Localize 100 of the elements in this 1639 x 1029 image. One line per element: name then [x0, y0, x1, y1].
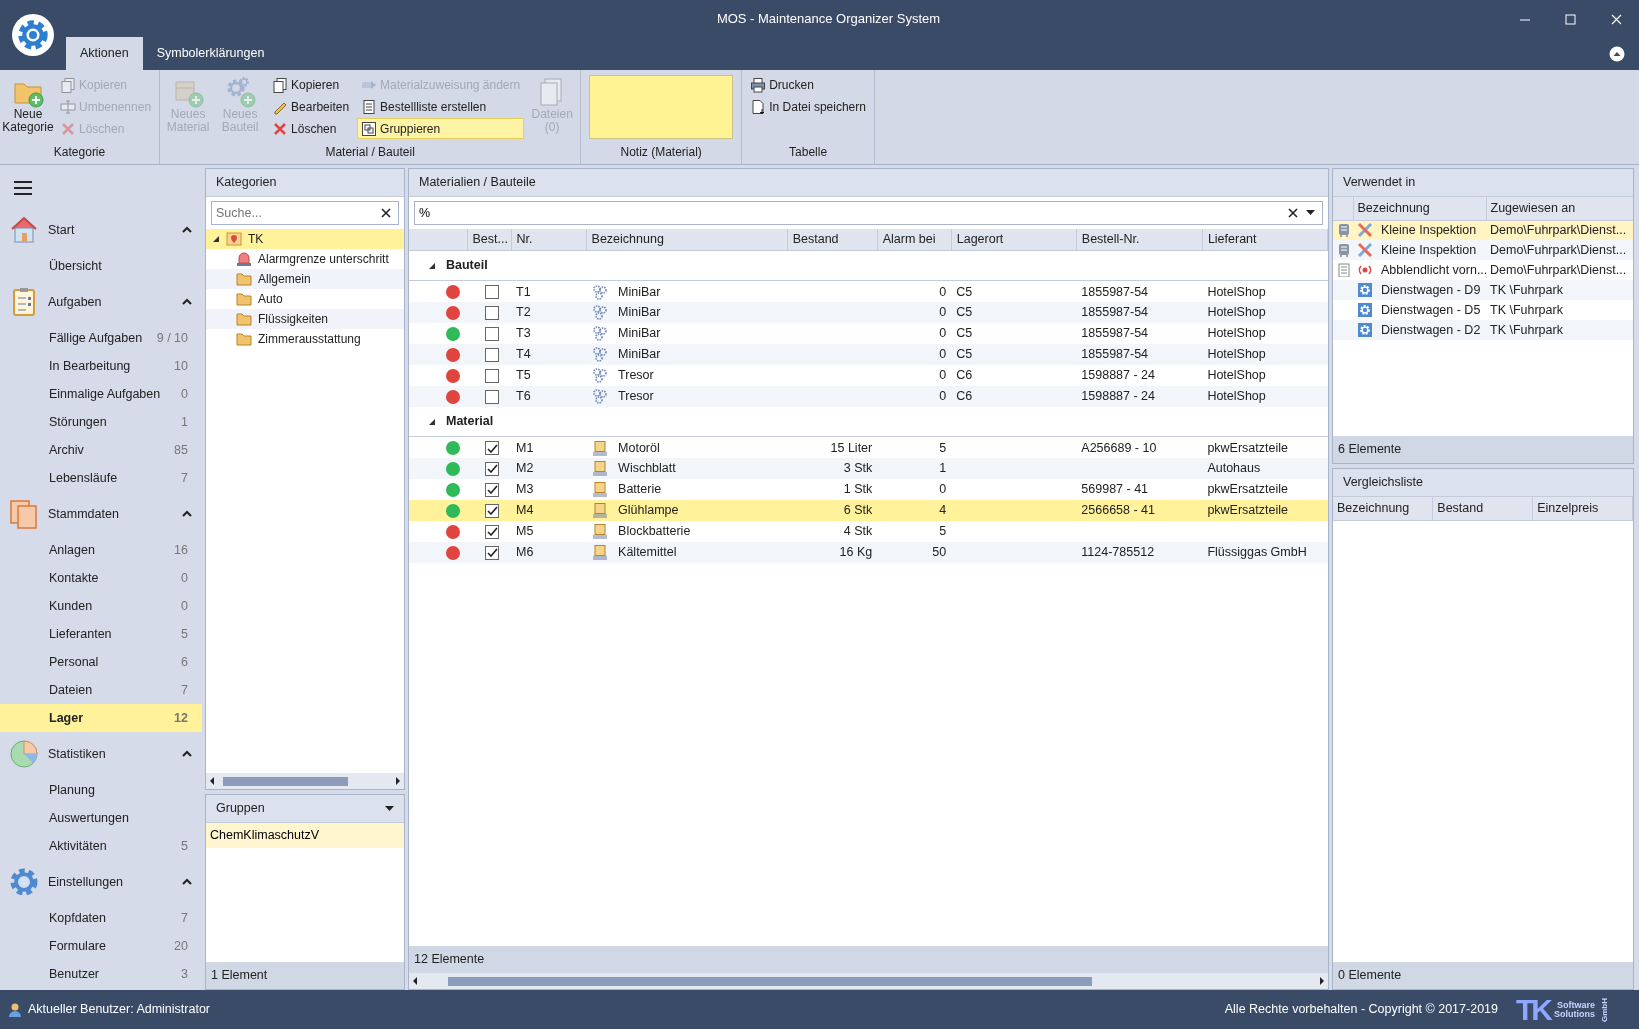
column-header[interactable]: Bezeichnung: [586, 228, 788, 251]
sidebar-item[interactable]: Anlagen 16: [0, 536, 202, 564]
checkbox[interactable]: [485, 545, 500, 560]
clear-icon[interactable]: [1288, 207, 1298, 218]
tree-item[interactable]: Alarmgrenze unterschritt: [206, 248, 404, 269]
group-item[interactable]: ChemKlimaschutzV: [206, 822, 404, 848]
table-row[interactable]: M1 Motoröl 15 Liter 5 A256689 - 10 pkwErsatzteile: [409, 436, 1328, 458]
collapse-icon[interactable]: [428, 417, 436, 426]
dropdown-icon[interactable]: [385, 805, 394, 811]
column-header[interactable]: Lagerort: [951, 228, 1077, 251]
table-row[interactable]: M4 Glühlampe 6 Stk 4 2566658 - 41 pkwErsatzteile: [409, 499, 1328, 521]
checkbox[interactable]: [485, 285, 500, 300]
ribbon-button[interactable]: Kopieren: [268, 74, 354, 95]
sidebar-item[interactable]: In Bearbeitung 10: [0, 352, 202, 380]
horizontal-scrollbar[interactable]: [206, 773, 404, 789]
horizontal-scrollbar[interactable]: [409, 973, 1328, 989]
table-row[interactable]: Dienstwagen - D9 TK \Fuhrpark: [1333, 280, 1633, 300]
sidebar-item[interactable]: Archiv 85: [0, 436, 202, 464]
collapse-icon[interactable]: [428, 261, 436, 270]
table-row[interactable]: Abblendlicht vorn... Demo\Fuhrpark\Dienst...: [1333, 260, 1633, 280]
sidebar-item[interactable]: Dateien 7: [0, 676, 202, 704]
maximize-icon[interactable]: [1563, 13, 1577, 25]
ribbon-button[interactable]: Bearbeiten: [268, 96, 354, 117]
collapse-icon[interactable]: [1609, 46, 1625, 62]
sidebar-section[interactable]: Aufgaben: [0, 280, 202, 324]
ribbon-button[interactable]: Neue Kategorie: [4, 72, 52, 141]
tree-item[interactable]: Auto: [206, 288, 404, 309]
sidebar-item[interactable]: Planung: [0, 776, 202, 804]
collapse-icon[interactable]: [212, 234, 220, 243]
sidebar-item[interactable]: Lager 12: [0, 704, 202, 732]
checkbox[interactable]: [485, 482, 500, 497]
table-row[interactable]: T2 MiniBar 0 C5 1855987-54 HotelShop: [409, 301, 1328, 323]
column-header[interactable]: Bestand: [787, 228, 878, 251]
sidebar-item[interactable]: Lebensläufe 7: [0, 464, 202, 492]
ribbon-button[interactable]: In Datei speichern: [746, 96, 870, 117]
sidebar-item[interactable]: Kopfdaten 7: [0, 904, 202, 932]
table-row[interactable]: T6 Tresor 0 C6 1598887 - 24 HotelShop: [409, 385, 1328, 407]
column-header[interactable]: Alarm bei: [877, 228, 952, 251]
ribbon-tab[interactable]: Symbolerklärungen: [142, 37, 279, 70]
filter-field[interactable]: %: [414, 200, 1323, 225]
close-icon[interactable]: [1609, 13, 1623, 25]
ribbon-tab[interactable]: Aktionen: [66, 37, 143, 70]
table-row[interactable]: M5 Blockbatterie 4 Stk 5: [409, 520, 1328, 542]
sidebar-section[interactable]: Start: [0, 208, 202, 252]
checkbox[interactable]: [485, 347, 500, 362]
table-row[interactable]: Kleine Inspektion Demo\Fuhrpark\Dienst...: [1333, 220, 1633, 240]
table-row[interactable]: T1 MiniBar 0 C5 1855987-54 HotelShop: [409, 280, 1328, 302]
table-row[interactable]: T5 Tresor 0 C6 1598887 - 24 HotelShop: [409, 364, 1328, 386]
sidebar-item[interactable]: Übersicht: [0, 252, 202, 280]
table-row[interactable]: M6 Kältemittel 16 Kg 50 1124-785512 Flüssiggas GmbH: [409, 541, 1328, 563]
sidebar-item[interactable]: Störungen 1: [0, 408, 202, 436]
checkbox[interactable]: [485, 524, 500, 539]
tree-item[interactable]: TK: [206, 228, 404, 249]
column-header[interactable]: Lieferant: [1202, 228, 1328, 251]
ribbon-button[interactable]: Drucken: [746, 74, 870, 95]
sidebar-item[interactable]: Fällige Aufgaben 9 / 10: [0, 324, 202, 352]
sidebar-item[interactable]: Personal 6: [0, 648, 202, 676]
column-header[interactable]: Zugewiesen an: [1486, 196, 1633, 220]
sidebar-section[interactable]: Stammdaten: [0, 492, 202, 536]
sidebar-item[interactable]: Lieferanten 5: [0, 620, 202, 648]
tree-item[interactable]: Allgemein: [206, 268, 404, 289]
column-header[interactable]: Nr.: [511, 228, 587, 251]
sidebar-item[interactable]: Formulare 20: [0, 932, 202, 960]
column-header[interactable]: Bezeichnung: [1333, 496, 1433, 520]
table-row[interactable]: Kleine Inspektion Demo\Fuhrpark\Dienst...: [1333, 240, 1633, 260]
ribbon-button[interactable]: Löschen: [268, 118, 354, 139]
sidebar-section[interactable]: Statistiken: [0, 732, 202, 776]
checkbox[interactable]: [485, 326, 500, 341]
column-header[interactable]: Best...: [467, 228, 512, 251]
search-field[interactable]: Suche...: [211, 200, 399, 225]
ribbon-button[interactable]: Gruppieren: [357, 118, 525, 139]
checkbox[interactable]: [485, 368, 500, 383]
clear-icon[interactable]: [381, 207, 391, 218]
menu-icon[interactable]: [14, 180, 32, 196]
column-header[interactable]: Bestell-Nr.: [1076, 228, 1203, 251]
sidebar-item[interactable]: Kontakte 0: [0, 564, 202, 592]
dropdown-icon[interactable]: [1306, 210, 1315, 216]
note-field[interactable]: [589, 75, 734, 139]
checkbox[interactable]: [485, 461, 500, 476]
checkbox[interactable]: [485, 503, 500, 518]
sidebar-item[interactable]: Benutzer 3: [0, 960, 202, 988]
checkbox[interactable]: [485, 441, 500, 456]
sidebar-item[interactable]: Auswertungen: [0, 804, 202, 832]
table-row[interactable]: M2 Wischblatt 3 Stk 1 Autohaus: [409, 457, 1328, 479]
sidebar-section[interactable]: Einstellungen: [0, 860, 202, 904]
table-cell: C5: [956, 325, 973, 340]
table-row[interactable]: T3 MiniBar 0 C5 1855987-54 HotelShop: [409, 322, 1328, 344]
table-row[interactable]: Dienstwagen - D2 TK \Fuhrpark: [1333, 320, 1633, 340]
ribbon-button[interactable]: Bestellliste erstellen: [357, 96, 525, 117]
checkbox[interactable]: [485, 305, 500, 320]
checkbox[interactable]: [485, 389, 500, 404]
sidebar-item[interactable]: Einmalige Aufgaben 0: [0, 380, 202, 408]
sidebar-item[interactable]: Kunden 0: [0, 592, 202, 620]
tree-item[interactable]: Flüssigkeiten: [206, 308, 404, 329]
table-row[interactable]: M3 Batterie 1 Stk 0 569987 - 41 pkwErsatzteile: [409, 478, 1328, 500]
table-row[interactable]: Dienstwagen - D5 TK \Fuhrpark: [1333, 300, 1633, 320]
column-header[interactable]: Bezeichnung: [1353, 196, 1486, 220]
tree-item[interactable]: Zimmerausstattung: [206, 328, 404, 349]
sidebar-item[interactable]: Aktivitäten 5: [0, 832, 202, 860]
table-row[interactable]: T4 MiniBar 0 C5 1855987-54 HotelShop: [409, 343, 1328, 365]
